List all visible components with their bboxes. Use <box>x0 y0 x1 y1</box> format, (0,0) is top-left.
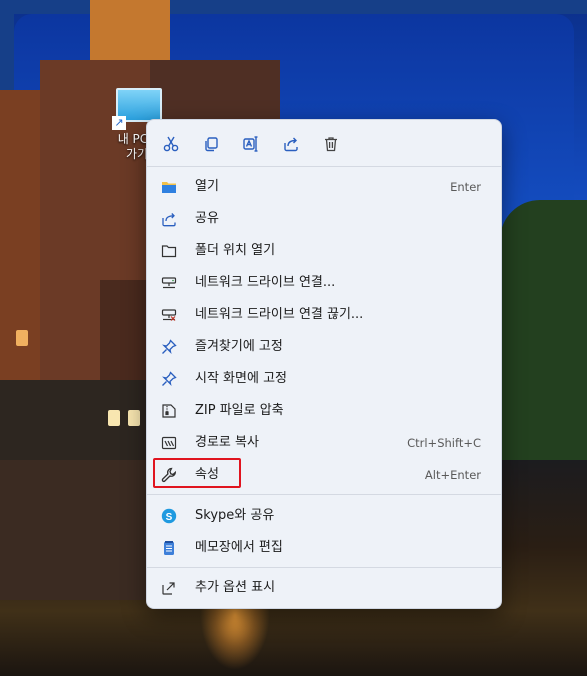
pin-icon <box>162 371 177 386</box>
menu-item-label: 열기 <box>195 179 219 194</box>
menu-item-shortcut: Enter <box>450 180 481 194</box>
menu-item-edit-in-notepad[interactable]: 메모장에서 편집 <box>153 533 495 563</box>
more-options-icon <box>162 582 175 595</box>
menu-item-label: 네트워크 드라이브 연결 끊기... <box>195 307 364 322</box>
menu-item-copy-as-path[interactable]: 경로로 복사 Ctrl+Shift+C <box>153 428 495 458</box>
share-icon <box>162 213 176 227</box>
notepad-icon <box>164 541 174 555</box>
open-folder-icon <box>162 182 176 193</box>
menu-item-compress-zip[interactable]: ZIP 파일로 압축 <box>153 396 495 426</box>
network-drive-icon <box>161 277 177 289</box>
menu-item-disconnect-network-drive[interactable]: 네트워크 드라이브 연결 끊기... <box>153 300 495 330</box>
context-menu-toolbar <box>147 120 501 166</box>
menu-item-show-more-options[interactable]: 추가 옵션 표시 <box>153 573 495 603</box>
menu-item-label: Skype와 공유 <box>195 508 275 523</box>
menu-item-label: 폴더 위치 열기 <box>195 243 276 258</box>
share-toolbar-button[interactable] <box>279 132 303 156</box>
menu-item-label: 메모장에서 편집 <box>195 540 283 555</box>
menu-item-shortcut: Ctrl+Shift+C <box>407 436 481 450</box>
menu-item-share[interactable]: 공유 <box>153 204 495 234</box>
svg-text:S: S <box>166 512 173 523</box>
menu-item-open-folder-location[interactable]: 폴더 위치 열기 <box>153 236 495 266</box>
folder-icon <box>161 245 177 258</box>
menu-divider <box>147 567 501 568</box>
copy-icon <box>205 137 218 152</box>
copy-path-icon <box>161 436 177 450</box>
cut-icon <box>163 136 179 152</box>
highlight-box <box>153 458 241 488</box>
menu-item-pin-to-start[interactable]: 시작 화면에 고정 <box>153 364 495 394</box>
menu-item-map-network-drive[interactable]: 네트워크 드라이브 연결... <box>153 268 495 298</box>
menu-item-label: 즐겨찾기에 고정 <box>195 339 283 354</box>
menu-item-label: 시작 화면에 고정 <box>195 371 287 386</box>
rename-icon <box>243 136 258 152</box>
delete-button[interactable] <box>319 132 343 156</box>
toolbar-divider <box>147 166 501 167</box>
copy-button[interactable] <box>199 132 223 156</box>
rename-button[interactable] <box>239 132 263 156</box>
delete-icon <box>325 137 337 152</box>
cut-button[interactable] <box>159 132 183 156</box>
menu-item-share-with-skype[interactable]: S Skype와 공유 <box>153 501 495 531</box>
network-drive-disconnect-icon <box>161 309 177 321</box>
menu-item-label: ZIP 파일로 압축 <box>195 403 284 418</box>
menu-item-label: 경로로 복사 <box>195 435 259 450</box>
menu-item-open[interactable]: 열기 Enter <box>153 172 495 202</box>
menu-item-pin-to-quick-access[interactable]: 즐겨찾기에 고정 <box>153 332 495 362</box>
context-menu: 열기 Enter 공유 폴더 위치 열기 네트워크 드라이브 연결... 네트워… <box>146 119 502 609</box>
share-icon <box>284 137 298 152</box>
zip-icon <box>162 404 176 418</box>
pin-icon <box>162 339 177 354</box>
menu-divider <box>147 494 501 495</box>
menu-item-label: 추가 옵션 표시 <box>195 580 276 595</box>
menu-item-shortcut: Alt+Enter <box>424 468 481 482</box>
menu-item-label: 네트워크 드라이브 연결... <box>195 275 336 290</box>
menu-item-label: 공유 <box>195 211 219 226</box>
skype-icon: S <box>161 508 177 524</box>
shortcut-arrow-icon: ↗ <box>112 116 126 130</box>
